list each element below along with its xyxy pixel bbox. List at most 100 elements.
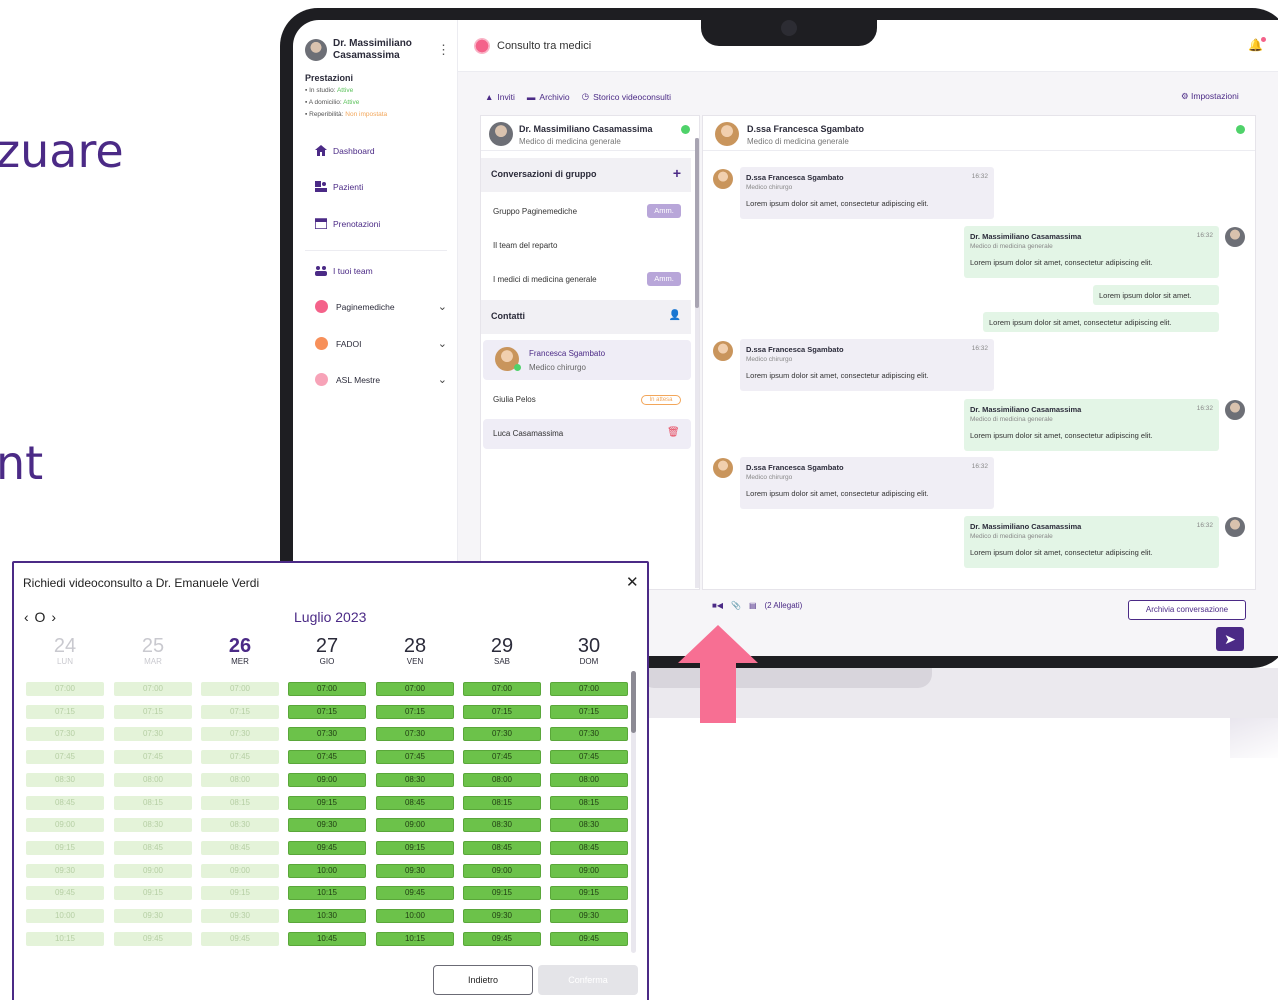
sidebar-item-dashboard[interactable]: Dashboard (315, 145, 375, 156)
chevron-down-icon[interactable]: ⌄ (438, 300, 447, 313)
chevron-down-icon[interactable]: ⌄ (438, 337, 447, 350)
time-slot[interactable]: 09:00 (376, 818, 454, 833)
time-slot[interactable]: 08:30 (550, 818, 628, 833)
sidebar-item-pazienti[interactable]: Pazienti (315, 181, 363, 192)
avatar[interactable] (305, 39, 327, 61)
time-slot[interactable]: 10:45 (288, 931, 366, 946)
time-slot[interactable]: 08:30 (376, 772, 454, 787)
day-name: MER (231, 657, 249, 666)
time-slot: 08:15 (201, 795, 279, 810)
time-slot[interactable]: 07:00 (463, 682, 541, 696)
time-slot[interactable]: 08:00 (463, 772, 541, 787)
time-slot: 07:45 (26, 750, 104, 765)
time-slot[interactable]: 08:45 (463, 840, 541, 855)
time-slot: 07:15 (26, 704, 104, 719)
more-icon[interactable]: ⋮ (437, 42, 450, 58)
time-slot[interactable]: 07:00 (376, 682, 454, 696)
time-slot[interactable]: 08:15 (463, 795, 541, 810)
sidebar-item-prenotazioni[interactable]: Prenotazioni (315, 218, 380, 229)
bell-icon[interactable]: 🔔 (1248, 37, 1266, 52)
time-slot[interactable]: 09:30 (463, 909, 541, 923)
day-number: 26 (228, 635, 252, 657)
time-slot[interactable]: 09:15 (376, 840, 454, 855)
time-slot[interactable]: 07:45 (376, 750, 454, 765)
paperclip-icon[interactable]: 📎 (731, 601, 741, 610)
attachments-count[interactable]: (2 Allegati) (765, 601, 803, 610)
time-slot[interactable]: 07:45 (463, 750, 541, 765)
time-slot[interactable]: 08:00 (550, 772, 628, 787)
group-item-team-reparto[interactable]: Il team del reparto (493, 241, 557, 250)
video-camera-icon[interactable]: ■◀ (712, 601, 723, 610)
sidebar-org-paginemediche[interactable]: Paginemediche ⌄ (315, 300, 447, 313)
time-slot[interactable]: 09:00 (463, 863, 541, 878)
time-slot[interactable]: 10:30 (288, 909, 366, 923)
time-slot[interactable]: 10:15 (288, 886, 366, 901)
time-slot[interactable]: 07:15 (376, 704, 454, 719)
sidebar-org-fadoi[interactable]: FADOI ⌄ (315, 337, 447, 350)
time-slot[interactable]: 09:45 (463, 931, 541, 946)
time-slot[interactable]: 07:30 (463, 727, 541, 742)
group-item-paginemediche[interactable]: Gruppo Paginemediche (493, 207, 577, 216)
time-slot[interactable]: 09:30 (550, 909, 628, 923)
time-slot[interactable]: 07:45 (288, 750, 366, 765)
week-nav-arrows[interactable]: ‹ O › (24, 609, 57, 625)
add-contact-icon[interactable]: 👤 (669, 310, 681, 321)
time-slot[interactable]: 10:00 (288, 863, 366, 878)
sidebar-org-asl-mestre[interactable]: ASL Mestre ⌄ (315, 373, 447, 386)
modal-scroll-thumb[interactable] (631, 671, 636, 733)
time-slot[interactable]: 10:15 (376, 931, 454, 946)
time-slot[interactable]: 07:15 (288, 704, 366, 719)
trash-icon[interactable]: 🗑 (667, 427, 680, 438)
time-slot[interactable]: 09:45 (550, 931, 628, 946)
time-slot[interactable]: 07:15 (463, 704, 541, 719)
org-dot-icon (315, 373, 328, 386)
time-slot[interactable]: 08:45 (376, 795, 454, 810)
time-slot[interactable]: 09:15 (288, 795, 366, 810)
archive-conversation-button[interactable]: Archivia conversazione (1128, 600, 1246, 620)
day-number: 30 (577, 635, 601, 657)
time-slot[interactable]: 09:45 (376, 886, 454, 901)
time-slot[interactable]: 09:30 (288, 818, 366, 833)
time-slot[interactable]: 09:45 (288, 840, 366, 855)
admin-badge: Amm. (647, 204, 681, 218)
time-slot[interactable]: 08:45 (550, 840, 628, 855)
time-slot[interactable]: 07:00 (288, 682, 366, 696)
avatar (713, 341, 733, 361)
back-button[interactable]: Indietro (433, 965, 533, 995)
chevron-down-icon[interactable]: ⌄ (438, 373, 447, 386)
time-slot[interactable]: 07:30 (288, 727, 366, 742)
time-slot[interactable]: 09:30 (376, 863, 454, 878)
conversations-scroll-thumb[interactable] (695, 138, 699, 308)
time-slot[interactable]: 08:15 (550, 795, 628, 810)
message-input[interactable] (712, 632, 1192, 648)
time-slot[interactable]: 07:45 (550, 750, 628, 765)
time-slot[interactable]: 07:15 (550, 704, 628, 719)
day-header: 24 LUN (26, 635, 104, 666)
close-icon[interactable]: ✕ (626, 573, 639, 591)
time-slot[interactable]: 07:30 (376, 727, 454, 742)
time-slot[interactable]: 09:00 (288, 772, 366, 787)
time-slot[interactable]: 10:00 (376, 909, 454, 923)
add-group-icon[interactable]: + (673, 165, 681, 181)
day-header: 27 GIO (288, 635, 366, 666)
time-slot[interactable]: 09:15 (550, 886, 628, 901)
settings-link[interactable]: ⚙ Impostazioni (1181, 91, 1239, 102)
tab-storico[interactable]: ◷ Storico videoconsulti (582, 91, 671, 102)
documents-icon[interactable]: ▤ (749, 601, 757, 610)
time-slot[interactable]: 08:30 (463, 818, 541, 833)
group-item-medici-mg[interactable]: I medici di medicina generale (493, 275, 597, 284)
time-slot[interactable]: 07:00 (550, 682, 628, 696)
contact-item-giulia[interactable]: Giulia Pelos (493, 395, 536, 404)
pointer-arrow-icon (678, 625, 758, 723)
send-button[interactable]: ➤ (1216, 627, 1244, 651)
avatar (713, 458, 733, 478)
time-slot[interactable]: 09:15 (463, 886, 541, 901)
tab-inviti[interactable]: ▲ Inviti (485, 91, 515, 102)
confirm-button[interactable]: Conferma (538, 965, 638, 995)
time-slot[interactable]: 09:00 (550, 863, 628, 878)
sidebar-item-team[interactable]: I tuoi team (315, 265, 373, 276)
time-slot[interactable]: 07:30 (550, 727, 628, 742)
tab-archivio[interactable]: ▬ Archivio (527, 91, 570, 102)
time-slot: 09:30 (26, 863, 104, 878)
day-number: 25 (141, 635, 165, 657)
